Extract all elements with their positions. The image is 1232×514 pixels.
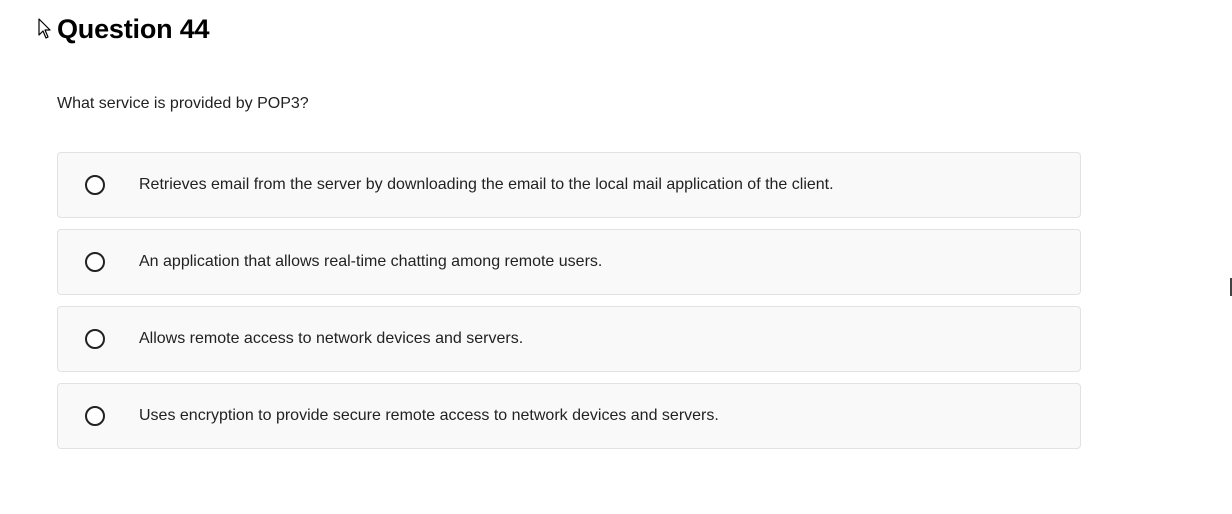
answer-option[interactable]: Retrieves email from the server by downl… <box>57 152 1081 218</box>
radio-button[interactable] <box>85 175 105 195</box>
answer-option[interactable]: Allows remote access to network devices … <box>57 306 1081 372</box>
answer-option[interactable]: Uses encryption to provide secure remote… <box>57 383 1081 449</box>
radio-button[interactable] <box>85 252 105 272</box>
answer-option-label: Allows remote access to network devices … <box>139 330 524 347</box>
answer-option-label: Uses encryption to provide secure remote… <box>139 407 719 424</box>
mouse-pointer-icon <box>38 18 51 39</box>
question-title: Question 44 <box>57 14 210 44</box>
answer-option-label: An application that allows real-time cha… <box>139 253 603 270</box>
answer-option[interactable]: An application that allows real-time cha… <box>57 229 1081 295</box>
answer-option-label: Retrieves email from the server by downl… <box>139 176 834 193</box>
quiz-page: Question 44 What service is provided by … <box>0 0 1232 514</box>
radio-button[interactable] <box>85 329 105 349</box>
question-text: What service is provided by POP3? <box>57 95 309 112</box>
radio-button[interactable] <box>85 406 105 426</box>
answer-options: Retrieves email from the server by downl… <box>57 152 1081 460</box>
